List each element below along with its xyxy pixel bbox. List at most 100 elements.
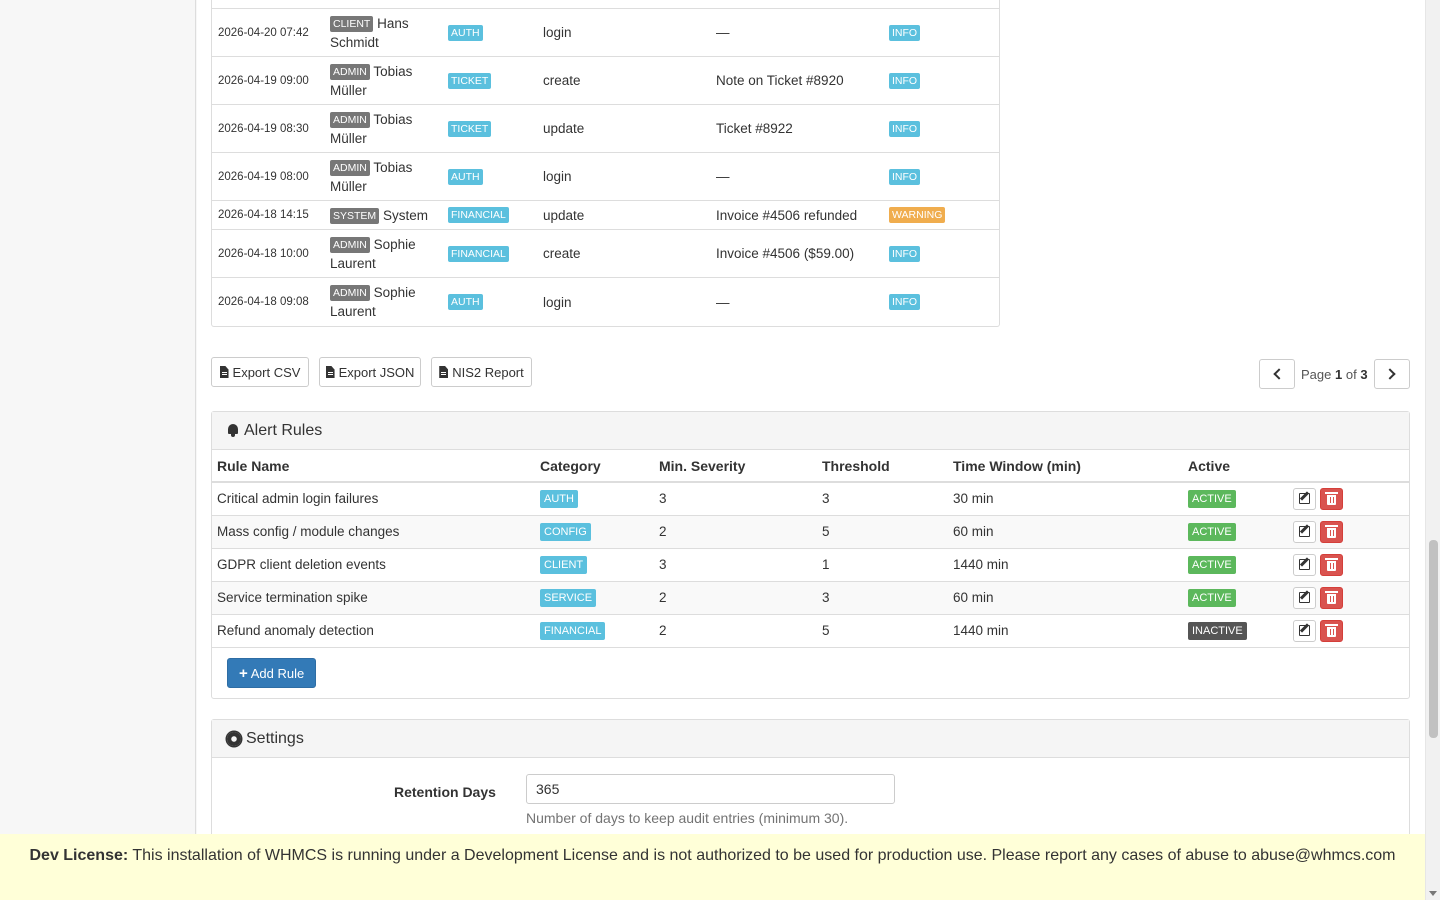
column-header: Rule Name [212,450,535,483]
rule-severity: 3 [654,548,817,582]
log-target: Invoice #4506 refunded [716,207,858,223]
level-badge: INFO [889,72,921,89]
log-date: 2026-04-18 14:15 [218,209,309,221]
rule-category: CONFIG [535,515,654,549]
delete-rule-button[interactable] [1320,487,1343,510]
rule-threshold: 1 [817,548,948,582]
main-content: 2026-04-20 07:42 CLIENT Hans Schmidt AUTH l… [197,0,1425,900]
edit-rule-button[interactable] [1293,586,1316,609]
trash-icon [1325,524,1338,538]
log-action: login [543,169,572,184]
edit-rule-button[interactable] [1293,487,1316,510]
column-header: Min. Severity [654,450,817,483]
rule-category: AUTH [535,482,654,516]
log-category: AUTH [448,168,543,185]
category-badge: CONFIG [540,522,591,541]
category-badge: TICKET [448,120,492,137]
rule-threshold: 3 [817,581,948,615]
rule-status: ACTIVE [1183,581,1288,615]
rule-window: 1440 min [948,614,1183,648]
log-user: CLIENT Hans Schmidt [330,14,448,52]
edit-rule-button[interactable] [1293,619,1316,642]
column-header: Threshold [817,450,948,483]
rule-status: ACTIVE [1183,482,1288,516]
rule-status: INACTIVE [1183,614,1288,648]
category-badge: SERVICE [540,588,597,607]
file-csv-icon [219,366,229,378]
settings-heading: Settings [212,720,1409,758]
user-name: System [382,207,428,223]
category-badge: FINANCIAL [540,621,606,640]
rule-status: ACTIVE [1183,515,1288,549]
delete-rule-button[interactable] [1320,553,1343,576]
export-csv-button[interactable]: Export CSV [211,357,309,387]
page-scrollbar[interactable] [1425,0,1440,900]
log-level: INFO [889,120,989,137]
rule-window: 60 min [948,515,1183,549]
status-badge: ACTIVE [1188,489,1236,508]
rule-name: Service termination spike [212,581,535,615]
log-category: AUTH [448,24,543,41]
alert-rules-table: Rule Name Category Min. Severity Threshold T… [212,450,1409,648]
category-badge: TICKET [448,72,492,89]
rule-category: CLIENT [535,548,654,582]
edit-rule-button[interactable] [1293,553,1316,576]
retention-days-input[interactable] [526,774,895,804]
edit-icon [1299,559,1310,570]
rule-actions [1288,581,1409,615]
prev-page-button[interactable] [1259,359,1295,389]
category-badge: FINANCIAL [448,245,509,262]
role-badge: ADMIN [330,236,370,253]
category-badge: AUTH [448,294,483,310]
next-page-button[interactable] [1373,359,1410,389]
rule-name: Mass config / module changes [212,515,535,549]
log-action: create [543,246,581,261]
role-badge: SYSTEM [330,207,380,224]
dev-license-banner: Dev License: This installation of WHMCS … [0,834,1425,900]
scrollbar-thumb[interactable] [1429,540,1438,738]
rule-threshold: 5 [817,515,948,549]
delete-rule-button[interactable] [1320,619,1343,642]
export-json-button[interactable]: Export JSON [319,357,421,387]
chevron-right-icon [1384,368,1396,380]
log-target: — [716,294,730,310]
delete-rule-button[interactable] [1320,586,1343,609]
table-row: GDPR client deletion events CLIENT 3 1 1440 … [212,548,1409,582]
chevron-left-icon [1272,368,1285,380]
retention-days-help: Number of days to keep audit entries (mi… [526,810,849,826]
pagination: Page 1 of 3 [1259,359,1410,389]
rule-severity: 2 [654,581,817,615]
scroll-down-arrow-icon[interactable] [1429,891,1437,896]
edit-icon [1299,592,1310,603]
delete-rule-button[interactable] [1320,520,1343,543]
role-badge: CLIENT [330,15,374,32]
log-target: — [716,25,730,40]
level-badge: INFO [889,294,921,310]
log-date: 2026-04-19 08:00 [218,170,309,183]
log-category: AUTH [448,294,543,310]
category-badge: AUTH [540,489,578,508]
log-date: 2026-04-19 08:30 [218,122,309,135]
role-badge: ADMIN [330,159,370,176]
nis2-report-button[interactable]: NIS2 Report [431,357,532,387]
plus-icon: + [239,664,248,682]
log-date: 2026-04-18 10:00 [218,247,309,260]
role-badge: ADMIN [330,111,370,128]
level-badge: INFO [889,120,921,137]
table-row: 2026-04-20 07:42 CLIENT Hans Schmidt AUTH l… [212,9,999,57]
edit-icon [1299,625,1310,636]
category-badge: CLIENT [540,555,588,574]
rule-window: 60 min [948,581,1183,615]
level-badge: INFO [889,168,921,185]
role-badge: ADMIN [330,63,370,80]
edit-icon [1299,526,1310,537]
rule-actions [1288,614,1409,648]
rule-window: 30 min [948,482,1183,516]
table-row: Service termination spike SERVICE 2 3 60 min… [212,581,1409,615]
table-row: 2026-04-18 14:15 SYSTEM System FINANCIAL up… [212,201,999,230]
edit-rule-button[interactable] [1293,520,1316,543]
table-row: 2026-04-19 09:00 ADMIN Tobias Müller TICKE… [212,57,999,105]
table-row: Refund anomaly detection FINANCIAL 2 5 1440 … [212,614,1409,648]
level-badge: WARNING [889,207,946,223]
add-rule-button[interactable]: + Add Rule [227,658,317,688]
